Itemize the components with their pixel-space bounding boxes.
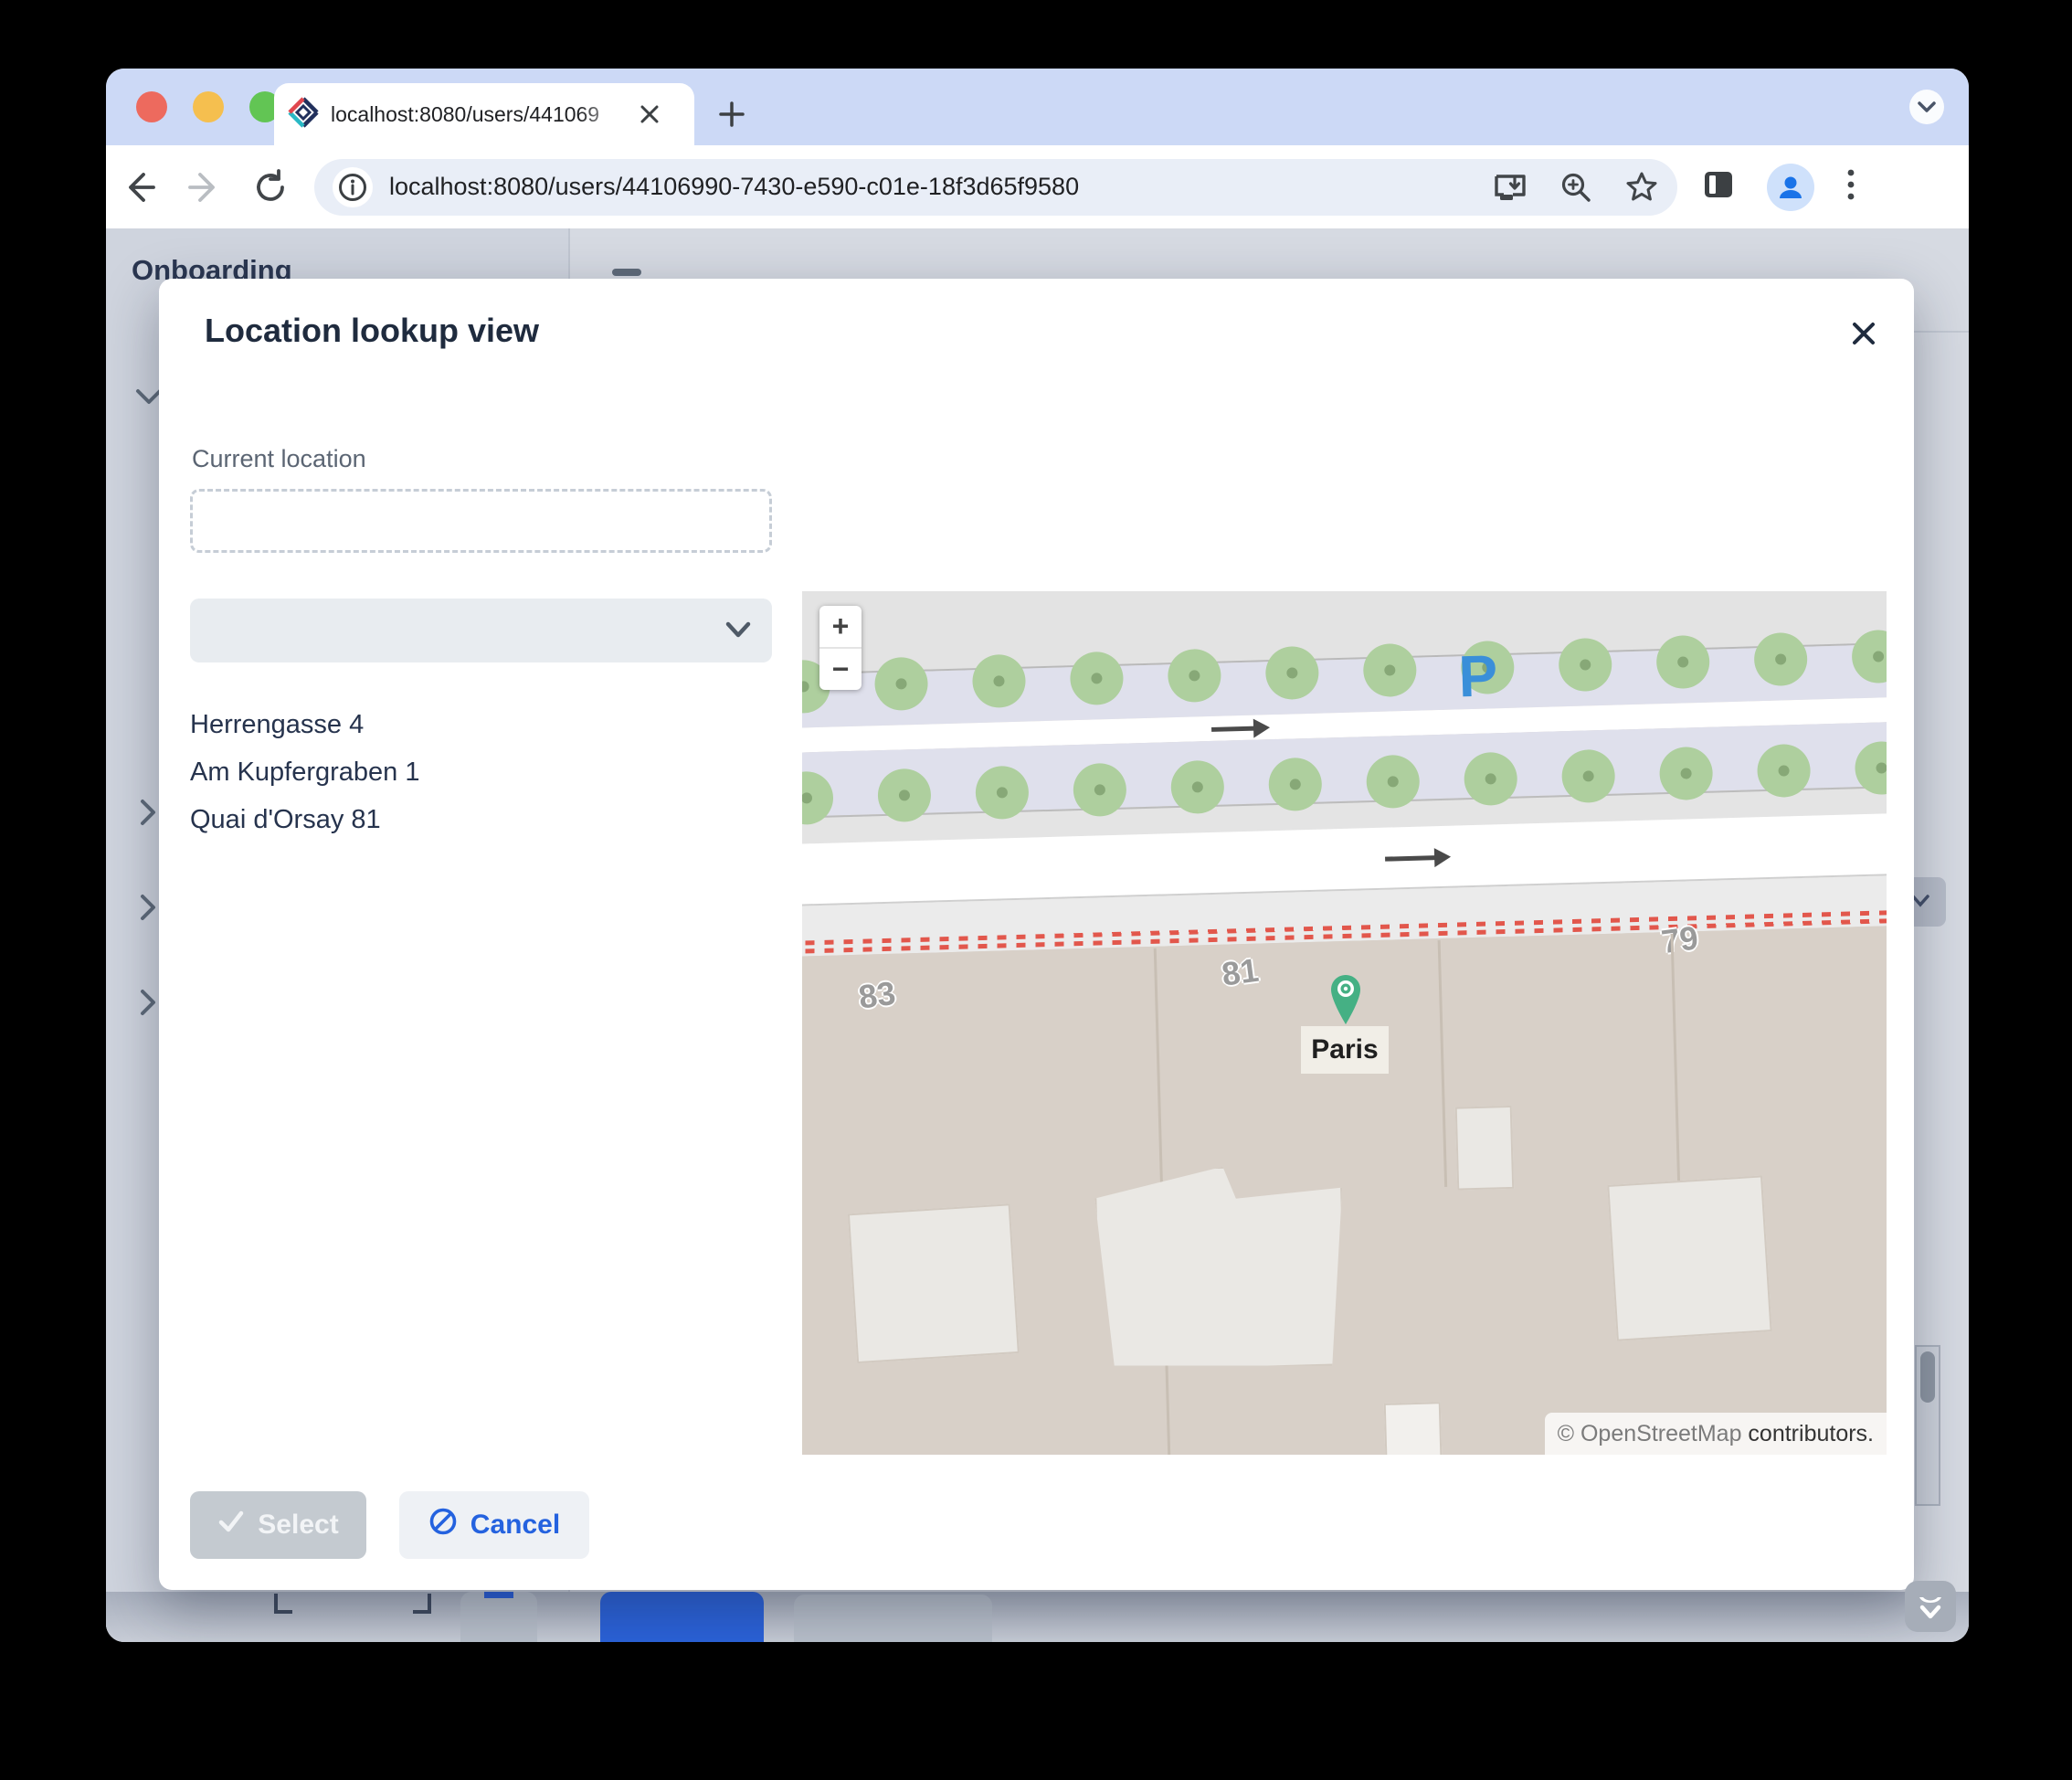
window-controls	[136, 91, 280, 122]
tab-search-button[interactable]	[1909, 90, 1944, 124]
page-content: Onboarding	[106, 228, 1969, 1642]
map-marker-label: Paris	[1301, 1026, 1389, 1074]
side-panel-icon[interactable]	[1701, 167, 1736, 207]
close-window-button[interactable]	[136, 91, 167, 122]
browser-toolbar: localhost:8080/users/44106990-7430-e590-…	[106, 145, 1969, 228]
chevron-right-icon[interactable]	[137, 987, 159, 1022]
menu-dash-icon	[612, 269, 641, 276]
forward-button[interactable]	[172, 169, 238, 206]
new-tab-button[interactable]	[716, 99, 747, 130]
active-indicator	[484, 1592, 513, 1598]
background-button	[794, 1595, 992, 1642]
current-location-input[interactable]	[190, 489, 772, 553]
tab-close-icon[interactable]	[638, 102, 661, 126]
zoom-page-icon[interactable]	[1559, 170, 1593, 205]
chevron-right-icon[interactable]	[137, 892, 159, 927]
address-suggestion-list: Herrengasse 4Am Kupfergraben 1Quai d'Ors…	[190, 701, 738, 843]
osm-attribution-link[interactable]: © OpenStreetMap	[1558, 1421, 1742, 1447]
house-number: 83	[856, 974, 897, 1017]
reload-button[interactable]	[238, 169, 303, 206]
current-location-label: Current location	[192, 445, 366, 473]
browser-window: localhost:8080/users/441069 localhost:80…	[106, 69, 1969, 1642]
map-attribution: © OpenStreetMap contributors.	[1545, 1413, 1887, 1455]
location-lookup-dialog: Location lookup view Current location He…	[159, 279, 1914, 1590]
tab-strip: localhost:8080/users/441069	[106, 69, 1969, 145]
minimize-window-button[interactable]	[193, 91, 224, 122]
house-number: 81	[1220, 951, 1261, 994]
close-icon[interactable]	[1845, 315, 1882, 352]
location-dropdown[interactable]	[190, 599, 772, 662]
install-app-icon[interactable]	[1493, 170, 1528, 205]
background-primary-button	[600, 1592, 764, 1642]
dialog-title: Location lookup view	[205, 312, 539, 350]
profile-avatar[interactable]	[1767, 164, 1814, 211]
scroll-to-bottom-button[interactable]	[1905, 1581, 1956, 1632]
address-option[interactable]: Am Kupfergraben 1	[190, 748, 738, 796]
focus-bracket-right	[413, 1594, 431, 1614]
cancel-slash-icon	[428, 1507, 458, 1543]
bookmark-star-icon[interactable]	[1624, 170, 1659, 205]
desktop: { "browser": { "tab_title": "localhost:8…	[0, 0, 2072, 1780]
select-button[interactable]: Select	[190, 1491, 366, 1559]
address-bar[interactable]: localhost:8080/users/44106990-7430-e590-…	[314, 159, 1677, 216]
focus-bracket-left	[274, 1594, 292, 1614]
background-divider	[1914, 331, 1969, 333]
check-icon	[217, 1508, 245, 1542]
site-info-icon[interactable]	[333, 167, 373, 207]
house-number: 79	[1659, 918, 1700, 961]
address-option[interactable]: Herrengasse 4	[190, 701, 738, 748]
app-logo-icon	[287, 96, 320, 133]
chevron-right-icon[interactable]	[137, 797, 159, 832]
parking-symbol: P	[1458, 641, 1499, 710]
background-bottom-bar	[106, 1592, 1969, 1642]
tab-title: localhost:8080/users/441069	[331, 102, 632, 127]
browser-tab[interactable]: localhost:8080/users/441069	[274, 83, 694, 145]
chevron-down-icon	[724, 617, 752, 645]
scrollbar-thumb[interactable]	[1920, 1351, 1935, 1403]
zoom-in-button[interactable]: +	[819, 606, 862, 649]
map-view[interactable]: P 83 81 79 + −	[802, 591, 1887, 1455]
back-button[interactable]	[106, 169, 172, 206]
cancel-button[interactable]: Cancel	[399, 1491, 589, 1559]
location-pin-icon	[1330, 974, 1361, 1030]
browser-menu-icon[interactable]	[1845, 166, 1856, 207]
address-option[interactable]: Quai d'Orsay 81	[190, 796, 738, 843]
zoom-out-button[interactable]: −	[819, 649, 862, 690]
url-text: localhost:8080/users/44106990-7430-e590-…	[389, 173, 1462, 201]
background-button	[460, 1592, 537, 1642]
background-scroll-area	[1915, 1345, 1940, 1506]
map-zoom-control: + −	[819, 606, 862, 690]
